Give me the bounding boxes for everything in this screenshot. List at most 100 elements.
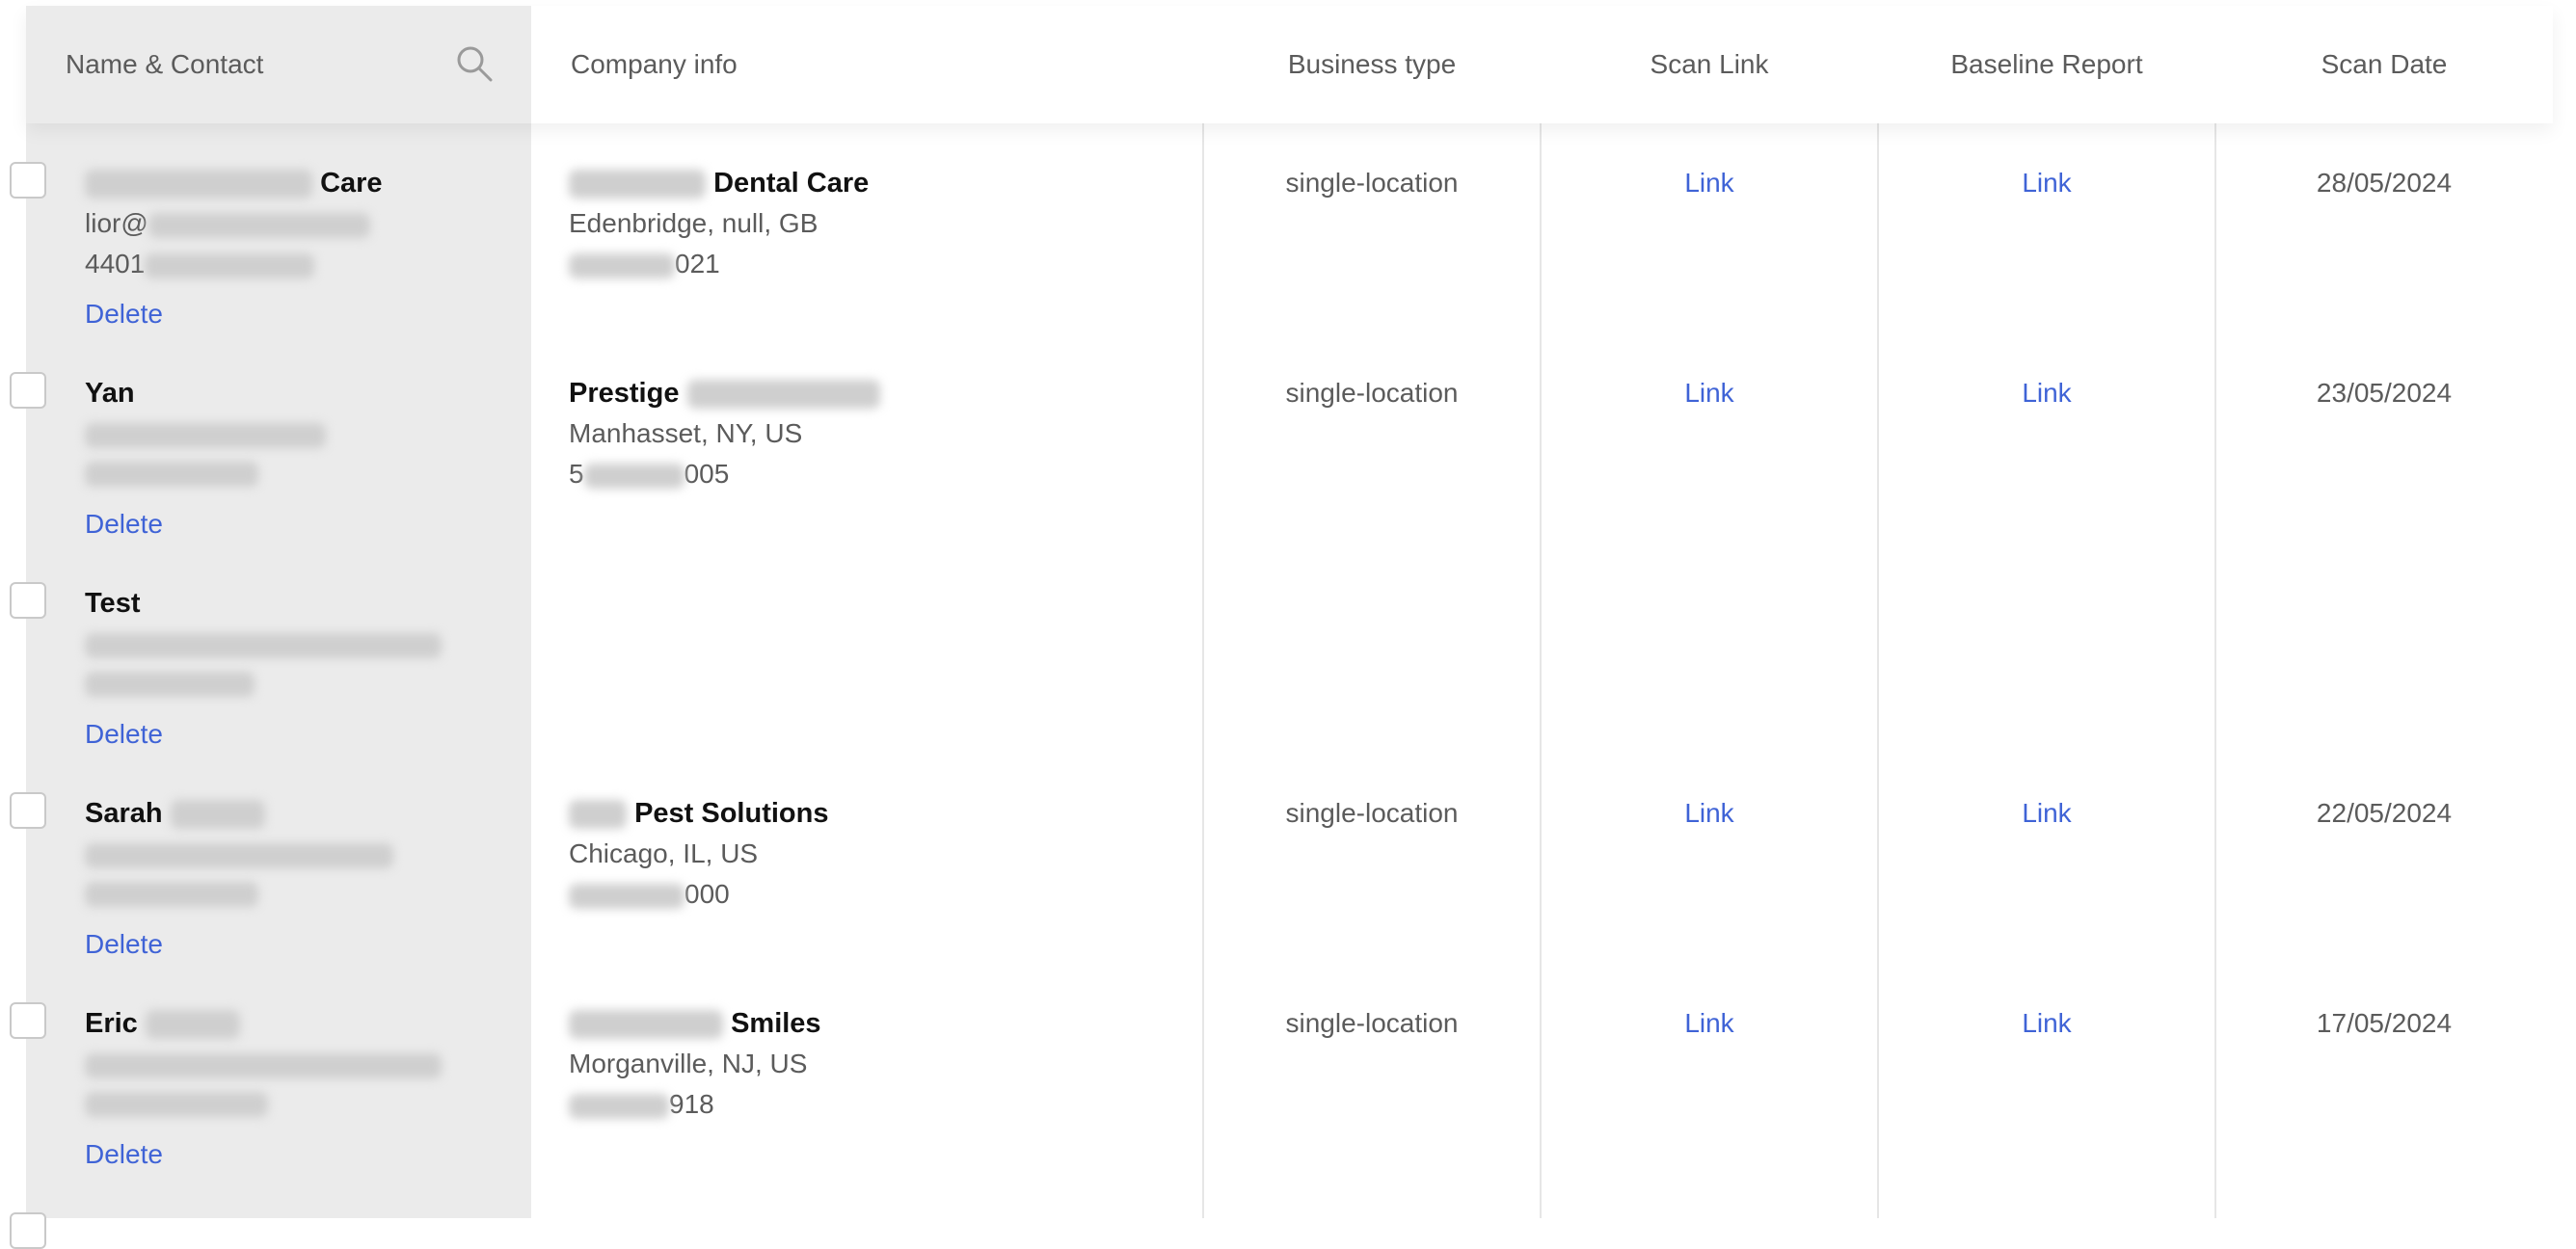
company-phone-text: 918 [669, 1089, 714, 1119]
company-phone: 5 005 [569, 459, 729, 490]
redacted-text [145, 1010, 240, 1040]
business-type: single-location [1285, 378, 1459, 408]
company-name: Pest Solutions [569, 798, 828, 830]
row-checkbox[interactable] [10, 162, 46, 199]
redacted-text [85, 1091, 268, 1117]
company-phone-text: 000 [684, 879, 730, 909]
header-scan-date: Scan Date [2321, 49, 2448, 79]
contact-phone [85, 877, 258, 908]
company-phone-text: 5 [569, 459, 584, 489]
header-business-type: Business type [1287, 49, 1457, 79]
search-icon[interactable] [455, 44, 494, 83]
redacted-text [170, 800, 265, 830]
company-name: Prestige [569, 378, 880, 410]
contact-phone [85, 457, 258, 488]
contact-name: Test [85, 588, 141, 619]
company-phone: 918 [569, 1089, 714, 1120]
company-name-text: Prestige [569, 378, 680, 409]
delete-link[interactable]: Delete [85, 719, 163, 750]
company-location: Chicago, IL, US [569, 838, 759, 868]
redacted-text [569, 170, 706, 199]
company-name-text: Dental Care [713, 168, 870, 199]
company-name-text: Pest Solutions [634, 798, 829, 829]
company-phone: 000 [569, 879, 730, 910]
redacted-text [85, 671, 255, 697]
contact-phone: 4401 [85, 249, 315, 279]
scan-link[interactable]: Link [1541, 1008, 1878, 1039]
contact-email-text: lior@ [85, 208, 148, 238]
column-divider [2214, 123, 2216, 1218]
table-header: Name & Contact Company info Business typ… [26, 6, 2553, 123]
redacted-text [569, 800, 627, 830]
row-checkbox[interactable] [10, 372, 46, 409]
baseline-report-link[interactable]: Link [1878, 1008, 2215, 1039]
contact-name-text: Eric [85, 1008, 138, 1039]
contact-name-text: Sarah [85, 798, 163, 829]
row-checkbox[interactable] [10, 582, 46, 619]
contact-email [85, 418, 326, 449]
redacted-text [85, 881, 258, 907]
baseline-report-link[interactable]: Link [1878, 378, 2215, 409]
header-baseline-report: Baseline Report [1950, 49, 2143, 79]
contact-email [85, 628, 442, 659]
company-location: Edenbridge, null, GB [569, 208, 818, 238]
header-name-contact: Name & Contact [66, 49, 264, 79]
delete-link[interactable]: Delete [85, 509, 163, 540]
redacted-text [569, 1093, 669, 1119]
contact-email [85, 1049, 442, 1079]
redacted-text [569, 1010, 723, 1040]
leads-table: Name & Contact Company info Business typ… [10, 6, 2553, 1249]
contact-phone [85, 667, 255, 698]
redacted-text [85, 632, 442, 658]
row-checkbox[interactable] [10, 1002, 46, 1039]
company-phone-text: 005 [684, 459, 730, 489]
business-type: single-location [1285, 168, 1459, 198]
redacted-text [583, 463, 684, 489]
contact-phone [85, 1087, 268, 1118]
contact-phone-text: 4401 [85, 249, 146, 279]
contact-email: lior@ [85, 208, 370, 239]
column-divider [1540, 123, 1542, 1218]
scan-link[interactable]: Link [1541, 798, 1878, 829]
header-scan-link: Scan Link [1650, 49, 1769, 79]
delete-link[interactable]: Delete [85, 299, 163, 330]
redacted-text [569, 252, 675, 279]
row-checkbox[interactable] [10, 792, 46, 829]
delete-link[interactable]: Delete [85, 929, 163, 960]
contact-name: Care [85, 168, 383, 199]
contact-name: Sarah [85, 798, 265, 830]
company-name: Smiles [569, 1008, 821, 1040]
redacted-text [85, 842, 393, 868]
company-location: Manhasset, NY, US [569, 418, 803, 448]
redacted-text [85, 170, 312, 199]
redacted-text [145, 252, 315, 279]
scan-date: 17/05/2024 [2316, 1008, 2453, 1038]
redacted-text [85, 422, 326, 448]
contact-name-text: Care [320, 168, 383, 199]
column-divider [1202, 123, 1204, 1218]
contact-email [85, 838, 393, 869]
scan-date: 28/05/2024 [2316, 168, 2453, 198]
baseline-report-link[interactable]: Link [1878, 168, 2215, 199]
redacted-text [85, 1052, 442, 1078]
baseline-report-link[interactable]: Link [1878, 798, 2215, 829]
redacted-text [85, 461, 258, 487]
redacted-text [148, 212, 370, 238]
company-name-text: Smiles [731, 1008, 821, 1039]
scan-date: 22/05/2024 [2316, 798, 2453, 828]
scan-link[interactable]: Link [1541, 378, 1878, 409]
column-divider [1877, 123, 1879, 1218]
contact-name: Eric [85, 1008, 240, 1040]
redacted-text [569, 883, 684, 909]
business-type: single-location [1285, 1008, 1459, 1038]
scan-date: 23/05/2024 [2316, 378, 2453, 408]
delete-link[interactable]: Delete [85, 1139, 163, 1170]
company-phone-text: 021 [675, 249, 720, 279]
company-phone: 021 [569, 249, 720, 279]
company-location: Morganville, NJ, US [569, 1049, 808, 1078]
scan-link[interactable]: Link [1541, 168, 1878, 199]
header-company-info: Company info [571, 49, 738, 79]
contact-name: Yan [85, 378, 135, 409]
business-type: single-location [1285, 798, 1459, 828]
redacted-text [686, 380, 880, 410]
